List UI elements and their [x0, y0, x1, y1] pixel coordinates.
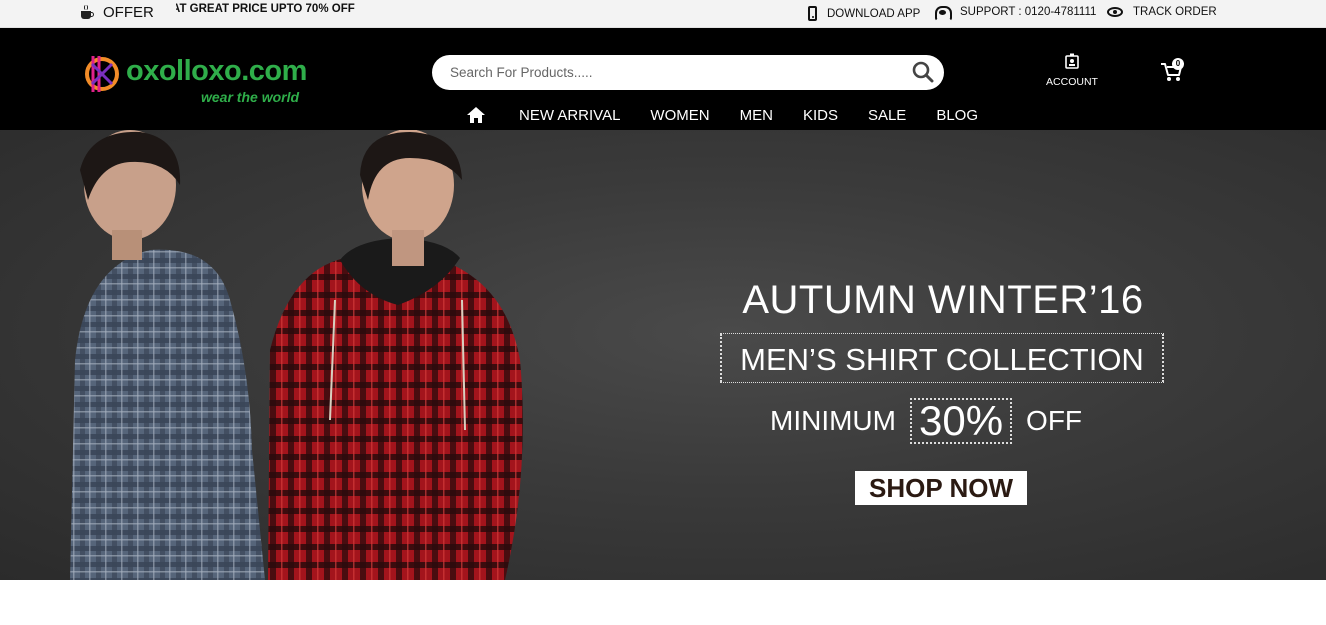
- hero-models-image: [70, 130, 523, 580]
- search-icon[interactable]: [912, 61, 934, 83]
- hero-discount-percent: 30%: [909, 398, 1013, 444]
- offer-label: OFFER: [103, 4, 154, 21]
- nav-men[interactable]: MEN: [740, 107, 773, 124]
- offer-link[interactable]: OFFER: [80, 4, 154, 21]
- brand-name: oxolloxo.com: [126, 55, 307, 87]
- top-bar: OFFER AT GREAT PRICE UPTO 70% OFF DOWNLO…: [0, 0, 1326, 28]
- nav-kids[interactable]: KIDS: [803, 107, 838, 124]
- coffee-icon: [80, 4, 94, 21]
- account-label: ACCOUNT: [1046, 76, 1098, 88]
- support-label: SUPPORT : 0120-4781111: [960, 6, 1097, 18]
- eye-icon: [1107, 7, 1123, 17]
- download-app-label: DOWNLOAD APP: [827, 7, 921, 20]
- home-icon[interactable]: [466, 106, 486, 124]
- search-input[interactable]: [450, 55, 900, 90]
- support-link[interactable]: SUPPORT : 0120-4781111: [935, 6, 1097, 21]
- offer-marquee[interactable]: AT GREAT PRICE UPTO 70% OFF: [176, 3, 366, 15]
- account-icon: [1065, 53, 1079, 69]
- account-link[interactable]: ACCOUNT: [1042, 53, 1102, 90]
- hero-off-label: OFF: [1026, 405, 1083, 436]
- hero-minimum-label: MINIMUM: [770, 405, 896, 436]
- site-header: oxolloxo.com wear the world ACCOUNT 0 NE…: [0, 28, 1326, 130]
- hero-banner[interactable]: AUTUMN WINTER’16 MEN’S SHIRT COLLECTION …: [0, 130, 1326, 580]
- cart-count-badge: 0: [1172, 58, 1184, 70]
- cart-button[interactable]: 0: [1160, 58, 1186, 84]
- hero-subtitle-box: MEN’S SHIRT COLLECTION: [720, 333, 1164, 383]
- track-order-label: TRACK ORDER: [1133, 6, 1217, 18]
- hero-text-block: AUTUMN WINTER’16 MEN’S SHIRT COLLECTION …: [700, 130, 1190, 580]
- brand-tagline: wear the world: [201, 89, 300, 105]
- hero-discount-row: MINIMUM 30% OFF: [770, 398, 1082, 444]
- search-bar: [432, 55, 944, 90]
- nav-blog[interactable]: BLOG: [936, 107, 978, 124]
- nav-women[interactable]: WOMEN: [650, 107, 709, 124]
- site-logo[interactable]: oxolloxo.com wear the world: [84, 48, 314, 108]
- hero-title: AUTUMN WINTER’16: [742, 278, 1144, 322]
- nav-sale[interactable]: SALE: [868, 107, 906, 124]
- phone-icon: [808, 6, 817, 21]
- main-nav: NEW ARRIVAL WOMEN MEN KIDS SALE BLOG: [466, 106, 978, 124]
- download-app-link[interactable]: DOWNLOAD APP: [808, 6, 920, 21]
- logo-mark-icon: [85, 56, 119, 92]
- support-icon: [935, 6, 952, 21]
- shop-now-button[interactable]: SHOP NOW: [855, 471, 1027, 505]
- track-order-link[interactable]: TRACK ORDER: [1107, 6, 1217, 18]
- nav-new-arrival[interactable]: NEW ARRIVAL: [519, 107, 620, 124]
- offer-marquee-text: AT GREAT PRICE UPTO 70% OFF: [176, 3, 355, 15]
- hero-subtitle: MEN’S SHIRT COLLECTION: [740, 342, 1144, 377]
